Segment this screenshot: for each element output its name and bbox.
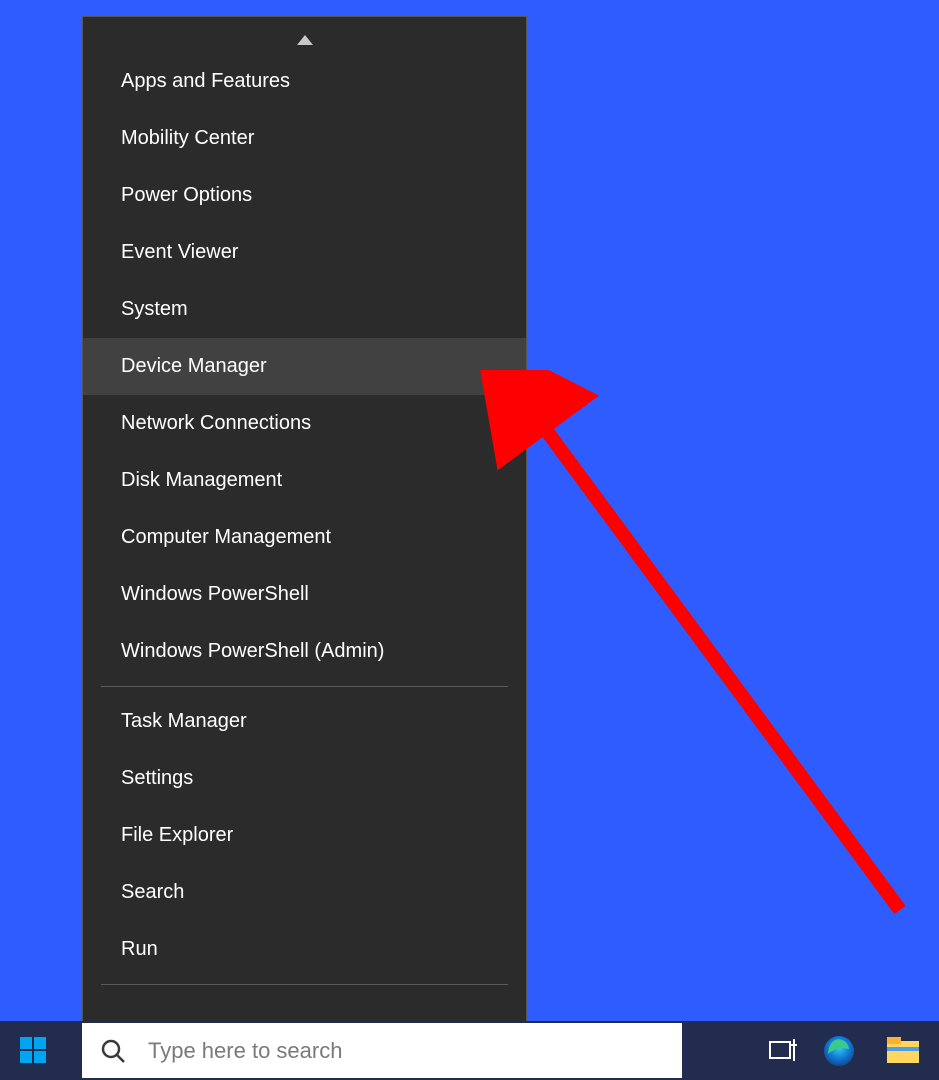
- menu-item-windows-powershell[interactable]: Windows PowerShell: [83, 566, 526, 623]
- menu-item-label: Mobility Center: [121, 127, 254, 150]
- menu-item-label: System: [121, 298, 188, 321]
- menu-item-label: Device Manager: [121, 355, 267, 378]
- menu-item-label: Computer Management: [121, 526, 331, 549]
- menu-item-label: Event Viewer: [121, 241, 238, 264]
- taskbar-search[interactable]: Type here to search: [82, 1023, 682, 1078]
- taskbar-file-explorer[interactable]: [871, 1021, 935, 1080]
- menu-item-label: Windows PowerShell (Admin): [121, 640, 384, 663]
- menu-item-label: Run: [121, 938, 158, 961]
- taskbar-edge[interactable]: [807, 1021, 871, 1080]
- menu-item-task-manager[interactable]: Task Manager: [83, 693, 526, 750]
- menu-item-label: Disk Management: [121, 469, 282, 492]
- menu-item-event-viewer[interactable]: Event Viewer: [83, 224, 526, 281]
- menu-item-apps-and-features[interactable]: Apps and Features: [83, 53, 526, 110]
- menu-item-label: Task Manager: [121, 710, 247, 733]
- windows-logo-icon: [20, 1037, 48, 1065]
- start-button[interactable]: [0, 1021, 68, 1080]
- search-placeholder: Type here to search: [148, 1038, 342, 1064]
- task-view-icon: [769, 1039, 799, 1063]
- menu-item-label: Settings: [121, 767, 193, 790]
- menu-item-label: Network Connections: [121, 412, 311, 435]
- menu-item-label: File Explorer: [121, 824, 233, 847]
- menu-item-search[interactable]: Search: [83, 864, 526, 921]
- menu-item-mobility-center[interactable]: Mobility Center: [83, 110, 526, 167]
- menu-item-computer-management[interactable]: Computer Management: [83, 509, 526, 566]
- menu-item-settings[interactable]: Settings: [83, 750, 526, 807]
- menu-item-label: Power Options: [121, 184, 252, 207]
- menu-item-file-explorer[interactable]: File Explorer: [83, 807, 526, 864]
- menu-item-disk-management[interactable]: Disk Management: [83, 452, 526, 509]
- edge-icon: [822, 1034, 856, 1068]
- menu-separator: [101, 984, 508, 985]
- menu-scroll-up[interactable]: [83, 27, 526, 53]
- menu-item-run[interactable]: Run: [83, 921, 526, 978]
- annotation-arrow: [480, 370, 920, 930]
- menu-separator: [101, 686, 508, 687]
- menu-item-label: Windows PowerShell: [121, 583, 309, 606]
- menu-item-windows-powershell-admin[interactable]: Windows PowerShell (Admin): [83, 623, 526, 680]
- menu-item-system[interactable]: System: [83, 281, 526, 338]
- taskbar: Type here to search: [0, 1021, 939, 1080]
- search-icon: [100, 1038, 126, 1064]
- winx-context-menu: Apps and Features Mobility Center Power …: [82, 16, 527, 1046]
- menu-item-label: Apps and Features: [121, 70, 290, 93]
- taskbar-task-view[interactable]: [761, 1021, 807, 1080]
- chevron-up-icon: [297, 35, 313, 45]
- menu-item-power-options[interactable]: Power Options: [83, 167, 526, 224]
- menu-item-device-manager[interactable]: Device Manager: [83, 338, 526, 395]
- file-explorer-icon: [886, 1037, 920, 1065]
- menu-item-network-connections[interactable]: Network Connections: [83, 395, 526, 452]
- menu-item-label: Search: [121, 881, 184, 904]
